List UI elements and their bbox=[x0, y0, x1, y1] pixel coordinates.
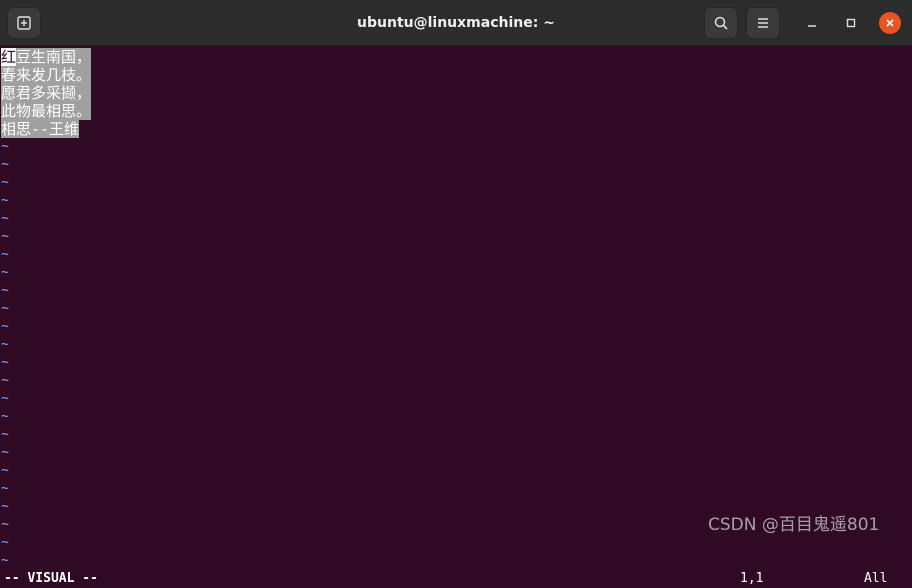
empty-line-marker: ~ bbox=[1, 319, 9, 334]
selected-text: 此物最相思。 bbox=[1, 102, 92, 120]
minimize-button[interactable] bbox=[800, 11, 824, 35]
empty-line-marker: ~ bbox=[1, 445, 9, 460]
scroll-percent: All bbox=[864, 571, 888, 586]
scrollbar[interactable] bbox=[906, 53, 910, 563]
editor-line-2: 春来发几枝。 bbox=[1, 66, 92, 84]
hamburger-menu-icon bbox=[758, 18, 768, 28]
editor-line-1: 红豆生南国， bbox=[1, 48, 92, 66]
empty-line-marker: ~ bbox=[1, 463, 9, 478]
empty-line-marker: ~ bbox=[1, 211, 9, 226]
search-icon bbox=[714, 16, 728, 30]
close-icon bbox=[886, 19, 894, 27]
empty-line-marker: ~ bbox=[1, 517, 9, 532]
maximize-button[interactable] bbox=[839, 11, 863, 35]
empty-line-marker: ~ bbox=[1, 499, 9, 514]
terminal-area[interactable]: 红豆生南国， 春来发几枝。 愿君多采撷， 此物最相思。 相思--王维 ~ ~ ~ ~ ~… bbox=[0, 47, 912, 588]
empty-line-marker: ~ bbox=[1, 391, 9, 406]
empty-line-marker: ~ bbox=[1, 229, 9, 244]
vim-status-line: -- VISUAL -- 1,1 All bbox=[0, 570, 912, 588]
empty-line-marker: ~ bbox=[1, 337, 9, 352]
title-bar: ubuntu@linuxmachine: ~ bbox=[0, 0, 912, 46]
text-cursor: 红 bbox=[1, 48, 17, 66]
watermark: CSDN @百目鬼遥801 bbox=[708, 515, 880, 535]
empty-line-marker: ~ bbox=[1, 535, 9, 550]
empty-line-marker: ~ bbox=[1, 427, 9, 442]
empty-line-marker: ~ bbox=[1, 355, 9, 370]
minimize-icon bbox=[808, 25, 816, 27]
maximize-icon bbox=[846, 18, 856, 28]
empty-line-marker: ~ bbox=[1, 247, 9, 262]
cursor-position: 1,1 bbox=[740, 571, 764, 586]
empty-line-marker: ~ bbox=[1, 283, 9, 298]
empty-line-marker: ~ bbox=[1, 265, 9, 280]
selected-text: 相思--王维 bbox=[1, 120, 80, 138]
menu-button[interactable] bbox=[746, 7, 780, 39]
editor-line-4: 此物最相思。 bbox=[1, 102, 92, 120]
empty-line-marker: ~ bbox=[1, 139, 9, 154]
terminal-window: ubuntu@linuxmachine: ~ 红豆生南国， 春来发几枝。 愿君多… bbox=[0, 0, 912, 588]
close-button[interactable] bbox=[879, 12, 901, 34]
mode-indicator: -- VISUAL -- bbox=[4, 571, 98, 586]
empty-line-marker: ~ bbox=[1, 157, 9, 172]
selected-text: 春来发几枝。 bbox=[1, 66, 92, 84]
empty-line-marker: ~ bbox=[1, 301, 9, 316]
empty-line-marker: ~ bbox=[1, 553, 9, 568]
editor-line-3: 愿君多采撷， bbox=[1, 84, 92, 102]
editor-line-5: 相思--王维 bbox=[1, 120, 80, 138]
empty-line-marker: ~ bbox=[1, 409, 9, 424]
empty-line-marker: ~ bbox=[1, 373, 9, 388]
search-button[interactable] bbox=[704, 7, 738, 39]
empty-line-marker: ~ bbox=[1, 175, 9, 190]
empty-line-marker: ~ bbox=[1, 481, 9, 496]
selected-text: 愿君多采撷， bbox=[1, 84, 92, 102]
selected-text: 豆生南国， bbox=[16, 48, 92, 66]
empty-line-marker: ~ bbox=[1, 193, 9, 208]
